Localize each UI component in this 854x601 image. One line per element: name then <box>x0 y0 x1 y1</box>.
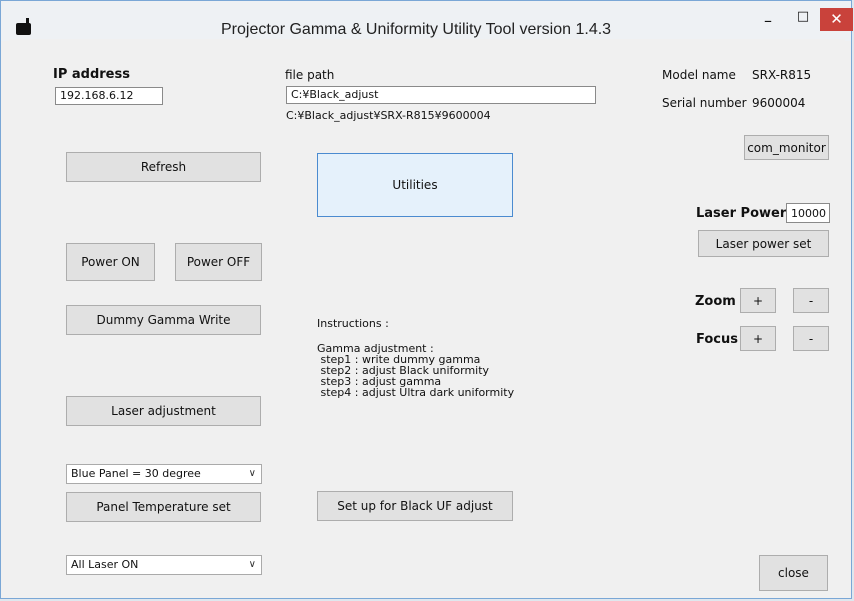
instructions-title: Instructions : <box>317 317 389 330</box>
title-bar: Projector Gamma & Uniformity Utility Too… <box>1 1 853 43</box>
refresh-button[interactable]: Refresh <box>66 152 261 182</box>
panel-angle-value: Blue Panel = 30 degree <box>71 467 201 480</box>
com-monitor-button[interactable]: com_monitor <box>744 135 829 160</box>
focus-plus-button[interactable]: + <box>740 326 776 351</box>
serial-number-label: Serial number <box>662 96 747 110</box>
laser-power-input[interactable] <box>786 203 830 223</box>
laser-mode-value: All Laser ON <box>71 558 139 571</box>
setup-black-uf-adjust-button[interactable]: Set up for Black UF adjust <box>317 491 513 521</box>
zoom-in-button[interactable]: + <box>740 288 776 313</box>
model-name-value: SRX-R815 <box>752 68 812 82</box>
chevron-down-icon: ∨ <box>248 468 256 479</box>
maximize-button[interactable]: □ <box>788 9 818 43</box>
dummy-gamma-write-button[interactable]: Dummy Gamma Write <box>66 305 261 335</box>
power-on-button[interactable]: Power ON <box>66 243 155 281</box>
close-button[interactable]: close <box>759 555 828 591</box>
laser-mode-select[interactable]: All Laser ON ∨ <box>66 555 262 575</box>
ip-address-input[interactable] <box>55 87 163 105</box>
laser-power-label: Laser Power <box>696 206 787 221</box>
model-name-label: Model name <box>662 68 736 82</box>
window-close-button[interactable]: ✕ <box>820 8 853 31</box>
zoom-label: Zoom <box>695 294 736 309</box>
focus-minus-button[interactable]: - <box>793 326 829 351</box>
laser-adjustment-button[interactable]: Laser adjustment <box>66 396 261 426</box>
serial-number-value: 9600004 <box>752 96 806 110</box>
power-off-button[interactable]: Power OFF <box>175 243 262 281</box>
laser-power-set-button[interactable]: Laser power set <box>698 230 829 257</box>
panel-angle-select[interactable]: Blue Panel = 30 degree ∨ <box>66 464 262 484</box>
panel-temperature-set-button[interactable]: Panel Temperature set <box>66 492 261 522</box>
window-title: Projector Gamma & Uniformity Utility Too… <box>221 21 612 38</box>
projector-app-icon <box>16 18 31 35</box>
chevron-down-icon: ∨ <box>248 559 256 570</box>
zoom-out-button[interactable]: - <box>793 288 829 313</box>
ip-address-label: IP address <box>53 67 130 82</box>
file-path-input[interactable] <box>286 86 596 104</box>
resolved-path-text: C:¥Black_adjust¥SRX-R815¥9600004 <box>286 109 491 122</box>
focus-label: Focus <box>696 332 738 347</box>
app-window: Projector Gamma & Uniformity Utility Too… <box>0 0 853 599</box>
file-path-label: file path <box>285 68 335 82</box>
client-area: IP address Refresh Power ON Power OFF Du… <box>9 39 845 594</box>
instruction-step-4: step4 : adjust Ultra dark uniformity <box>317 386 515 399</box>
utilities-button[interactable]: Utilities <box>317 153 513 217</box>
